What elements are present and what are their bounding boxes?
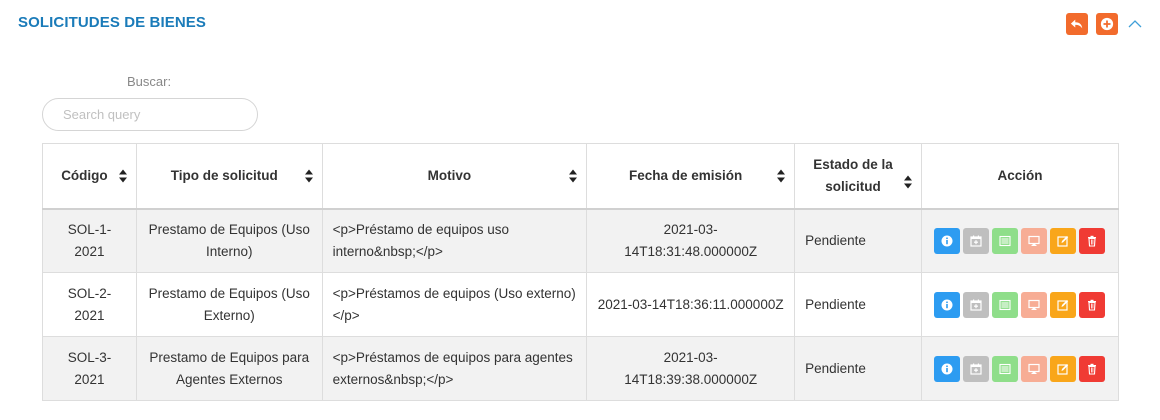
trash-icon (1088, 299, 1097, 311)
monitor-icon (1028, 299, 1041, 310)
row-actions (934, 291, 1106, 318)
edit-button[interactable] (1050, 355, 1077, 382)
cell-acciones (920, 336, 1120, 401)
list-button[interactable] (992, 355, 1019, 382)
search-label: Buscar: (127, 74, 172, 89)
edit-icon (1057, 299, 1069, 311)
list-button[interactable] (992, 227, 1019, 254)
calendar-add-button[interactable] (963, 227, 990, 254)
panel-header-tools (1066, 13, 1144, 35)
sort-icon (304, 169, 313, 183)
cell-acciones (920, 208, 1120, 273)
row-actions (934, 355, 1106, 382)
sort-icon (777, 169, 786, 183)
info-icon (941, 235, 953, 247)
cell-codigo: SOL-3-2021 (42, 336, 137, 401)
edit-icon (1057, 363, 1069, 375)
calendar-add-button[interactable] (963, 355, 990, 382)
trash-icon (1088, 363, 1097, 375)
add-circle-icon (1100, 17, 1114, 31)
edit-button[interactable] (1050, 291, 1077, 318)
table-row: SOL-2-2021 Prestamo de Equipos (Uso Exte… (42, 272, 1120, 337)
add-button[interactable] (1096, 13, 1118, 35)
calendar-add-icon (970, 299, 983, 311)
sort-icon (903, 175, 912, 189)
cell-codigo: SOL-2-2021 (42, 272, 137, 337)
undo-button[interactable] (1066, 13, 1088, 35)
collapse-button[interactable] (1126, 13, 1144, 35)
cell-tipo: Prestamo de Equipos (Uso Interno) (135, 208, 323, 273)
list-icon (999, 299, 1012, 310)
calendar-add-icon (970, 363, 983, 375)
list-button[interactable] (992, 291, 1019, 318)
sort-icon (569, 169, 578, 183)
cell-motivo: <p>Préstamo de equipos uso interno&nbsp;… (321, 208, 588, 273)
delete-button[interactable] (1079, 227, 1106, 254)
row-actions (934, 227, 1106, 254)
panel-title: SOLICITUDES DE BIENES (18, 14, 206, 31)
table-row: SOL-3-2021 Prestamo de Equipos para Agen… (42, 336, 1120, 401)
monitor-button[interactable] (1021, 227, 1048, 254)
list-icon (999, 363, 1012, 374)
monitor-icon (1028, 363, 1041, 374)
requests-table: Código Tipo de solicitud Motivo Fecha de… (42, 143, 1120, 401)
column-header-fecha[interactable]: Fecha de emisión (586, 143, 796, 210)
column-header-accion: Acción (920, 143, 1120, 210)
column-header-tipo[interactable]: Tipo de solicitud (135, 143, 323, 210)
calendar-add-icon (970, 235, 983, 247)
cell-fecha: 2021-03-14T18:31:48.000000Z (586, 208, 796, 273)
table-row: SOL-1-2021 Prestamo de Equipos (Uso Inte… (42, 208, 1120, 273)
info-button[interactable] (934, 227, 961, 254)
cell-codigo: SOL-1-2021 (42, 208, 137, 273)
cell-motivo: <p>Préstamos de equipos (Uso externo)</p… (321, 272, 588, 337)
column-header-motivo[interactable]: Motivo (321, 143, 588, 210)
cell-motivo: <p>Préstamos de equipos para agentes ext… (321, 336, 588, 401)
edit-icon (1057, 235, 1069, 247)
cell-fecha: 2021-03-14T18:36:11.000000Z (586, 272, 796, 337)
chevron-up-icon (1128, 20, 1142, 28)
info-icon (941, 299, 953, 310)
search-input[interactable] (42, 98, 258, 131)
cell-estado: Pendiente (794, 272, 922, 337)
table-header-row: Código Tipo de solicitud Motivo Fecha de… (42, 143, 1120, 210)
list-icon (999, 235, 1012, 246)
monitor-button[interactable] (1021, 355, 1048, 382)
info-button[interactable] (934, 355, 961, 382)
cell-estado: Pendiente (794, 208, 922, 273)
cell-acciones (920, 272, 1120, 337)
monitor-button[interactable] (1021, 291, 1048, 318)
monitor-icon (1028, 235, 1041, 246)
cell-tipo: Prestamo de Equipos para Agentes Externo… (135, 336, 323, 401)
column-header-estado[interactable]: Estado de la solicitud (794, 143, 922, 210)
cell-tipo: Prestamo de Equipos (Uso Externo) (135, 272, 323, 337)
edit-button[interactable] (1050, 227, 1077, 254)
sort-icon (118, 169, 127, 183)
undo-icon (1070, 19, 1083, 29)
delete-button[interactable] (1079, 291, 1106, 318)
column-header-codigo[interactable]: Código (42, 143, 137, 210)
delete-button[interactable] (1079, 355, 1106, 382)
info-button[interactable] (934, 291, 961, 318)
cell-estado: Pendiente (794, 336, 922, 401)
calendar-add-button[interactable] (963, 291, 990, 318)
cell-fecha: 2021-03-14T18:39:38.000000Z (586, 336, 796, 401)
trash-icon (1088, 235, 1097, 247)
info-icon (941, 363, 953, 374)
